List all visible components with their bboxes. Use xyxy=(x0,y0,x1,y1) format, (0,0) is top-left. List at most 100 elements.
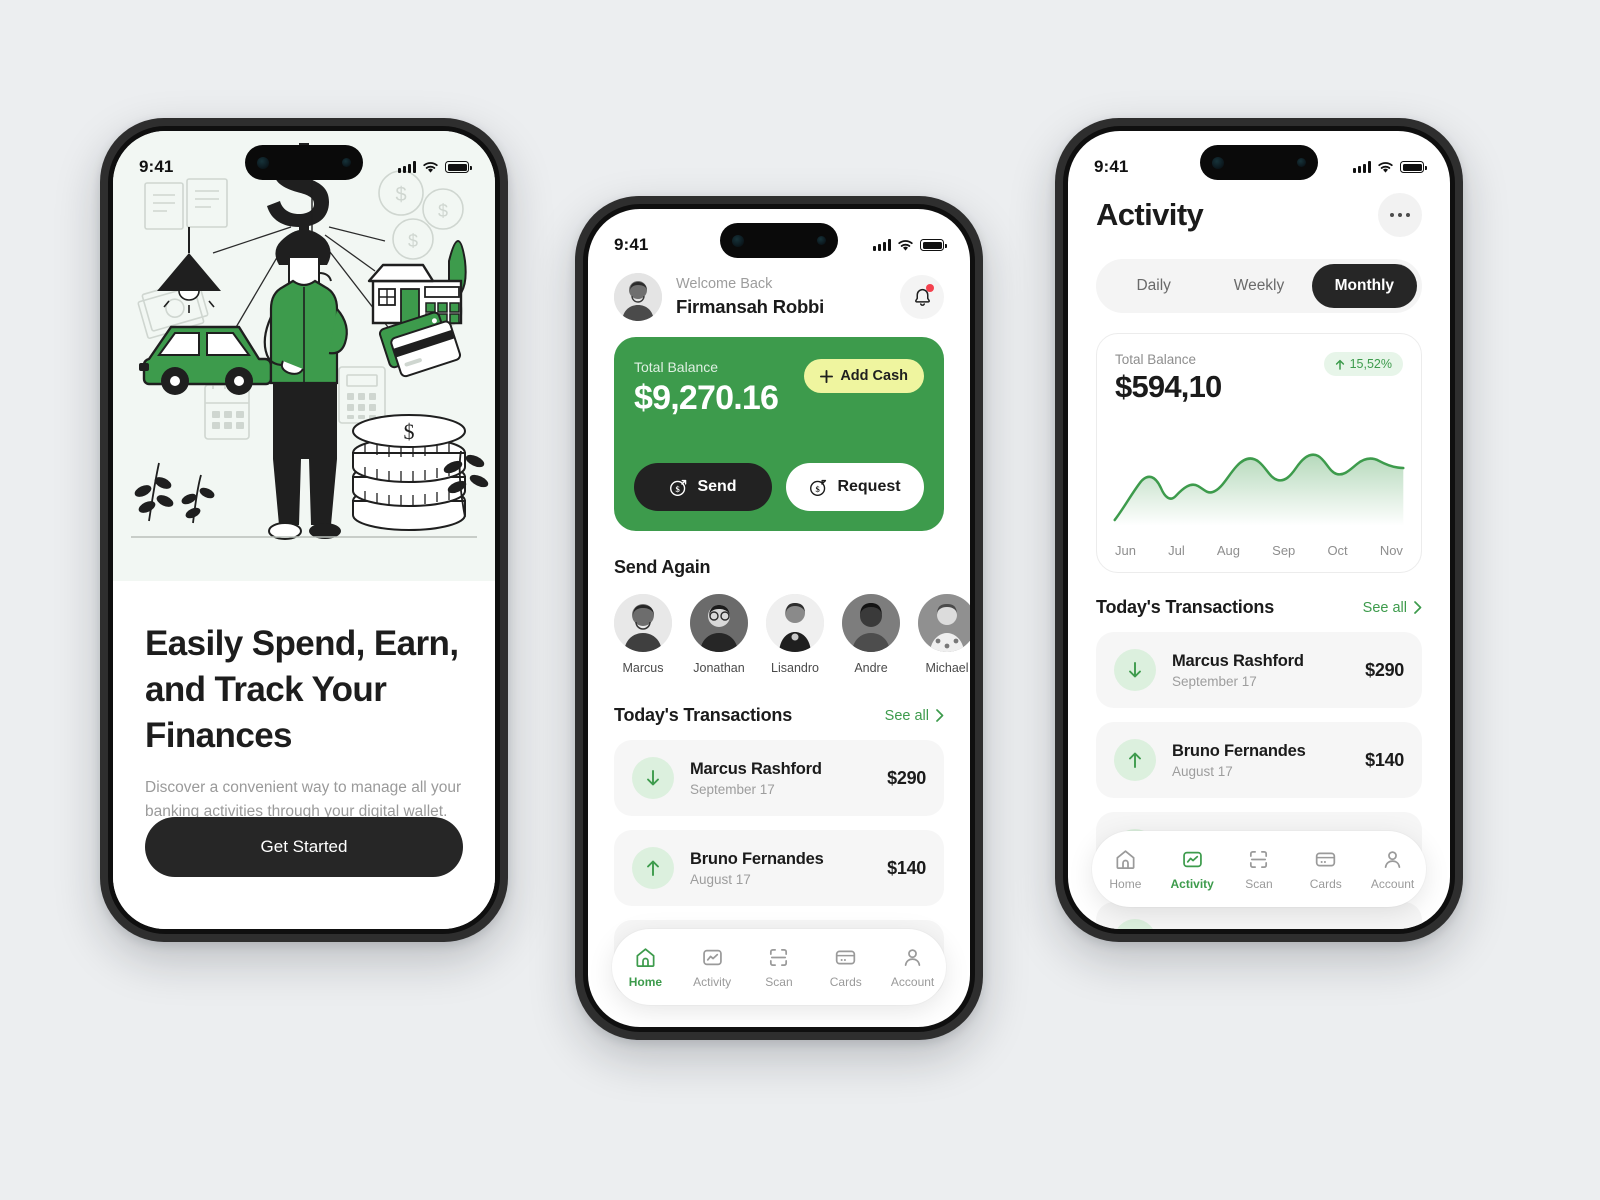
status-icons xyxy=(398,161,472,174)
sensor-lens-icon xyxy=(817,236,826,245)
wifi-icon xyxy=(1378,161,1393,173)
transaction-date: August 17 xyxy=(690,871,751,887)
table-row[interactable]: Marcus Rashford September 17 $290 xyxy=(1096,632,1422,708)
tab-label: Activity xyxy=(693,974,732,989)
status-time: 9:41 xyxy=(1094,157,1129,176)
onboarding-illustration: $ $ $ $ xyxy=(113,131,495,581)
see-all-link[interactable]: See all xyxy=(1363,600,1422,616)
arrow-down-icon xyxy=(1114,649,1156,691)
contact-item[interactable]: Jonathan xyxy=(690,594,748,675)
cellular-bars-icon xyxy=(398,161,416,173)
balance-chart-card: Total Balance $594,10 15,52% Jun Jul Aug… xyxy=(1096,333,1422,573)
segment-weekly[interactable]: Weekly xyxy=(1206,264,1311,308)
tab-label: Scan xyxy=(1245,876,1273,891)
transactions-header: Today's Transactions See all xyxy=(1096,597,1422,618)
add-cash-label: Add Cash xyxy=(840,368,908,384)
balance-card-actions: $ Send $ Request xyxy=(634,463,924,511)
transaction-amount: $290 xyxy=(887,767,926,788)
tab-account[interactable]: Account xyxy=(1364,848,1422,891)
add-cash-button[interactable]: Add Cash xyxy=(804,359,924,393)
svg-text:$: $ xyxy=(676,483,681,493)
tab-activity[interactable]: Activity xyxy=(1163,848,1221,891)
tab-label: Account xyxy=(890,974,935,989)
tab-label: Account xyxy=(1370,876,1415,891)
table-row[interactable]: Bruno Fernandes August 17 $140 xyxy=(1096,722,1422,798)
home-icon xyxy=(1116,849,1135,869)
get-started-button[interactable]: Get Started xyxy=(145,817,463,877)
tab-label: Home xyxy=(628,974,663,989)
tab-label: Cards xyxy=(829,974,862,989)
tab-scan[interactable]: Scan xyxy=(1230,848,1288,891)
car-illustration xyxy=(139,325,273,395)
user-avatar[interactable] xyxy=(614,273,662,321)
person-illustration xyxy=(263,229,348,540)
tab-cards[interactable]: Cards xyxy=(1297,848,1355,891)
transaction-amount: $290 xyxy=(1365,659,1404,680)
page-title: Easily Spend, Earn, and Track Your Finan… xyxy=(145,624,459,756)
notification-badge-dot xyxy=(926,284,934,292)
balance-label: Total Balance xyxy=(634,359,719,375)
tab-account[interactable]: Account xyxy=(884,946,942,989)
contact-item[interactable]: Lisandro xyxy=(766,594,824,675)
welcome-greeting: Welcome Back xyxy=(676,276,773,293)
total-balance-card: Total Balance $9,270.16 Add Cash $ Send … xyxy=(614,337,944,531)
contact-avatar xyxy=(918,594,970,652)
cellular-bars-icon xyxy=(1353,161,1371,173)
tab-scan[interactable]: Scan xyxy=(750,946,808,989)
contacts-row[interactable]: Marcus Jonathan Lisandro Andre Michael xyxy=(614,594,970,675)
see-all-label: See all xyxy=(884,707,929,724)
send-button[interactable]: $ Send xyxy=(634,463,772,511)
see-all-link[interactable]: See all xyxy=(885,708,944,724)
bottom-tab-bar[interactable]: Home Activity Scan Cards Account xyxy=(1092,831,1426,907)
status-icons xyxy=(873,239,947,252)
balance-amount: $9,270.16 xyxy=(634,379,779,417)
send-again-title: Send Again xyxy=(614,557,711,577)
wifi-icon xyxy=(423,161,438,173)
page-title: Activity xyxy=(1096,197,1204,232)
scan-frame-icon xyxy=(770,948,788,966)
tab-activity[interactable]: Activity xyxy=(683,946,741,989)
activity-chart-icon xyxy=(1182,851,1202,867)
transaction-date: August 17 xyxy=(1172,763,1233,779)
period-segmented-control[interactable]: Daily Weekly Monthly xyxy=(1096,259,1422,313)
segment-daily[interactable]: Daily xyxy=(1101,264,1206,308)
more-options-icon[interactable] xyxy=(1378,193,1422,237)
wifi-icon xyxy=(898,239,913,251)
status-icons xyxy=(1353,161,1427,174)
transaction-name: Bruno Fernandes xyxy=(690,849,824,868)
contact-item[interactable]: Marcus xyxy=(614,594,672,675)
phone-screen-onboarding: $ $ $ $ Easily Spend, Earn, and Track Yo… xyxy=(113,131,495,929)
camera-lens-icon xyxy=(257,156,269,169)
dynamic-island xyxy=(1200,145,1318,180)
credit-card-icon xyxy=(1316,852,1336,866)
bottom-tab-bar[interactable]: Home Activity Scan Cards Account xyxy=(612,929,946,1005)
request-button[interactable]: $ Request xyxy=(786,463,924,511)
chart-balance-amount: $594,10 xyxy=(1115,369,1222,404)
svg-text:$: $ xyxy=(438,201,448,221)
sensor-lens-icon xyxy=(342,158,351,167)
contact-name: Lisandro xyxy=(771,661,819,675)
contact-item[interactable]: Andre xyxy=(842,594,900,675)
see-all-label: See all xyxy=(1362,599,1407,616)
tab-cards[interactable]: Cards xyxy=(817,946,875,989)
status-time: 9:41 xyxy=(614,235,649,254)
transaction-date: September 17 xyxy=(690,781,775,797)
house-illustration xyxy=(367,240,467,325)
contact-item[interactable]: Michael xyxy=(918,594,970,675)
dynamic-island xyxy=(245,145,363,180)
contact-name: Marcus xyxy=(622,661,664,675)
arrow-up-icon xyxy=(1335,359,1344,370)
activity-chart-icon xyxy=(702,949,722,965)
table-row[interactable]: Bruno Fernandes August 17 $140 xyxy=(614,830,944,906)
tab-home[interactable]: Home xyxy=(1096,848,1154,891)
battery-icon xyxy=(1400,161,1427,173)
screenshot-canvas: $ $ $ $ Easily Spend, Earn, and Track Yo… xyxy=(0,0,1600,1200)
phone-activity: Activity Daily Weekly Monthly Total Bala… xyxy=(1055,118,1463,942)
tab-home[interactable]: Home xyxy=(616,946,674,989)
table-row[interactable]: Marcus Rashford September 17 $290 xyxy=(614,740,944,816)
send-again-section: Send Again Marcus Jonathan Lisandro Andr… xyxy=(614,557,970,675)
segment-monthly[interactable]: Monthly xyxy=(1311,264,1417,308)
notification-bell-button[interactable] xyxy=(900,275,944,319)
arrow-down-icon xyxy=(632,757,674,799)
tab-label: Scan xyxy=(765,974,793,989)
